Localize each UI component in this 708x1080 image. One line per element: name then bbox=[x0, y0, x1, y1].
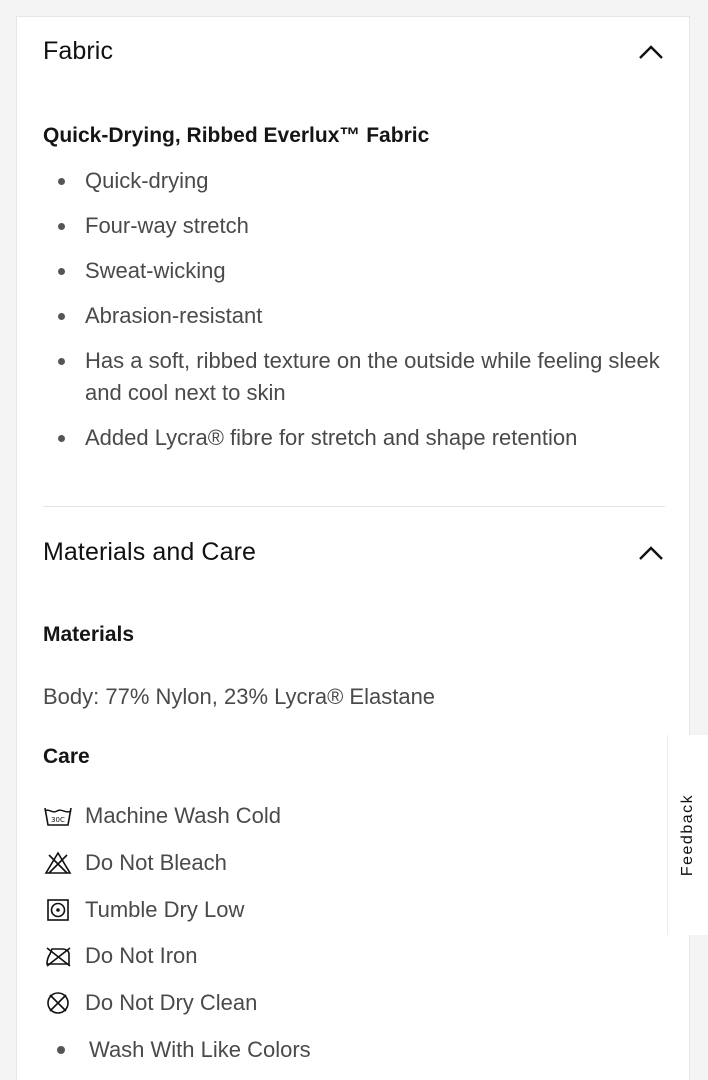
care-item: Wash With Like Colors bbox=[43, 1026, 643, 1073]
wash-temp-label: 30C bbox=[51, 816, 65, 824]
list-item: Added Lycra® fibre for stretch and shape… bbox=[43, 422, 663, 454]
no-dry-clean-icon bbox=[43, 988, 73, 1018]
wash-30-icon: 30C bbox=[43, 801, 73, 831]
care-item: Do Not Iron bbox=[43, 933, 643, 980]
product-details-panel: Fabric Quick-Drying, Ribbed Everlux™ Fab… bbox=[16, 16, 690, 1080]
materials-care-section-title: Materials and Care bbox=[43, 538, 257, 566]
list-item: Quick-drying bbox=[43, 165, 663, 197]
list-item: Four-way stretch bbox=[43, 210, 663, 242]
tumble-dry-low-icon bbox=[43, 895, 73, 925]
list-item: Has a soft, ribbed texture on the outsid… bbox=[43, 345, 663, 409]
care-item-label: Wash With Like Colors bbox=[89, 1036, 311, 1062]
care-item: Tumble Dry Low bbox=[43, 886, 643, 933]
care-item-label: Tumble Dry Low bbox=[85, 896, 245, 922]
bullet-icon bbox=[57, 1045, 65, 1054]
materials-heading: Materials bbox=[43, 623, 135, 646]
care-item: Do Not Dry Clean bbox=[43, 980, 643, 1027]
fabric-accordion-header[interactable]: Fabric bbox=[43, 37, 665, 66]
list-item: Abrasion-resistant bbox=[43, 300, 663, 332]
fabric-section-title: Fabric bbox=[43, 37, 114, 65]
chevron-up-icon[interactable] bbox=[637, 38, 665, 66]
materials-composition: Body: 77% Nylon, 23% Lycra® Elastane bbox=[43, 684, 436, 709]
no-bleach-icon bbox=[43, 848, 73, 878]
chevron-up-icon[interactable] bbox=[637, 539, 665, 567]
list-item: Sweat-wicking bbox=[43, 255, 663, 287]
care-item: Do Not Bleach bbox=[43, 840, 643, 887]
section-divider bbox=[43, 506, 665, 507]
care-item: 30C Machine Wash Cold bbox=[43, 793, 643, 840]
fabric-subtitle: Quick-Drying, Ribbed Everlux™ Fabric bbox=[43, 124, 430, 147]
no-iron-icon bbox=[43, 941, 73, 971]
materials-care-accordion-header[interactable]: Materials and Care bbox=[43, 538, 665, 567]
care-item-label: Do Not Iron bbox=[85, 943, 198, 969]
care-heading: Care bbox=[43, 745, 90, 768]
care-item-label: Do Not Dry Clean bbox=[85, 990, 258, 1016]
fabric-features-list: Quick-drying Four-way stretch Sweat-wick… bbox=[43, 165, 663, 467]
care-item-label: Machine Wash Cold bbox=[85, 803, 282, 829]
feedback-label: Feedback bbox=[679, 793, 697, 877]
care-instructions-list: 30C Machine Wash Cold Do Not Bleach Tumb… bbox=[43, 793, 643, 1073]
feedback-tab[interactable]: Feedback bbox=[667, 735, 708, 935]
care-item-label: Do Not Bleach bbox=[85, 850, 227, 876]
